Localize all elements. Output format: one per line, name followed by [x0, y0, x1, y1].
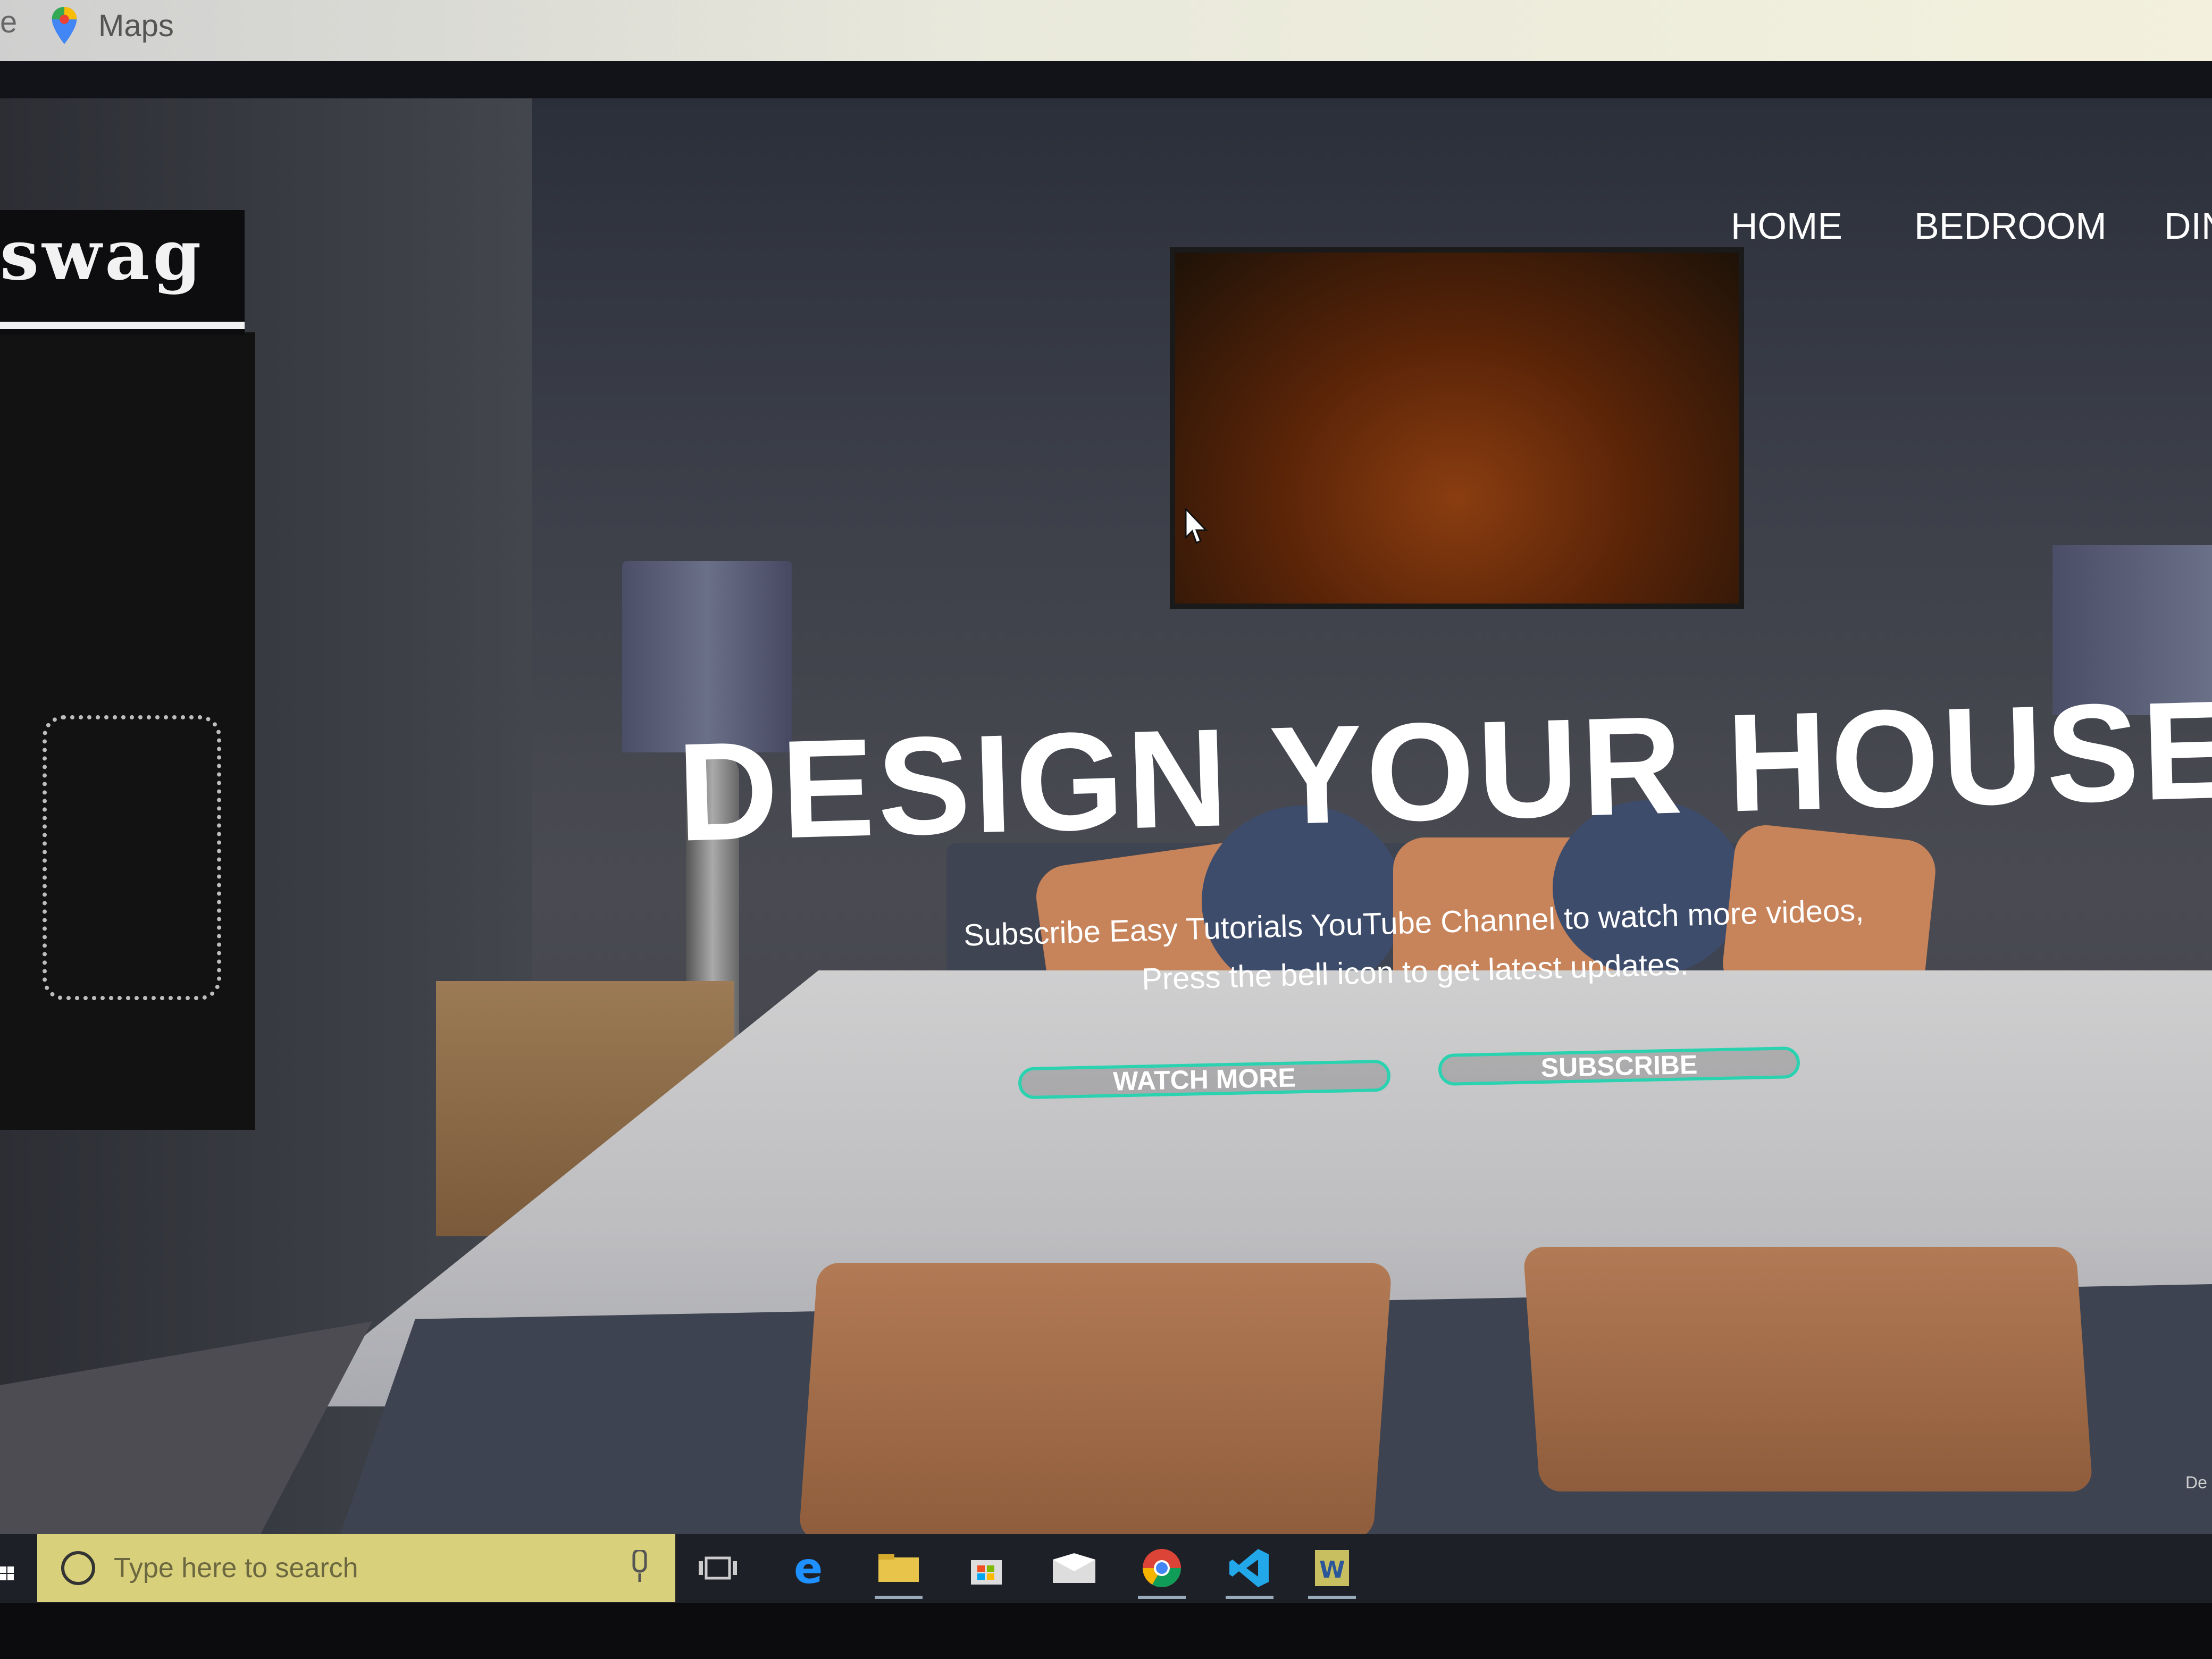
edge-icon[interactable]: e	[776, 1534, 845, 1602]
search-placeholder: Type here to search	[114, 1553, 358, 1583]
decor-screen	[0, 332, 255, 1130]
start-button[interactable]	[0, 1550, 21, 1598]
corner-partial-text: De	[2185, 1473, 2207, 1492]
nav-home[interactable]: HOME	[1731, 205, 1842, 247]
file-explorer-icon[interactable]	[864, 1534, 933, 1602]
word-icon[interactable]: W	[1297, 1534, 1367, 1602]
chrome-icon[interactable]	[1127, 1534, 1196, 1602]
monitor-bezel-bottom	[0, 1603, 2212, 1659]
maps-pin-icon	[52, 7, 77, 44]
vscode-icon[interactable]	[1215, 1534, 1284, 1602]
ottoman	[798, 1263, 1393, 1534]
monitor-bezel-top	[0, 61, 2212, 98]
bookmarks-bar: e Maps	[0, 0, 2212, 61]
mail-icon[interactable]	[1040, 1534, 1109, 1602]
nav-dining-partial[interactable]: DIN	[2164, 205, 2212, 247]
svg-text:W: W	[1319, 1556, 1345, 1583]
taskbar-search-box[interactable]: Type here to search	[37, 1534, 675, 1602]
bookmark-maps[interactable]: Maps	[51, 4, 174, 47]
logo-text: swag	[0, 214, 205, 296]
logo-underline	[0, 322, 245, 329]
bookmark-edge-partial[interactable]: e	[0, 4, 17, 40]
bookmark-maps-label: Maps	[98, 8, 174, 43]
microphone-icon[interactable]	[631, 1550, 649, 1584]
store-icon[interactable]	[952, 1534, 1021, 1602]
nav-bedroom[interactable]: BEDROOM	[1914, 205, 2107, 247]
cortana-icon	[61, 1551, 95, 1585]
wall-painting	[1170, 247, 1744, 609]
ottoman	[1522, 1247, 2093, 1492]
task-view-icon[interactable]	[683, 1534, 752, 1602]
mouse-cursor-icon	[1185, 508, 1208, 544]
site-logo[interactable]: swag	[0, 210, 245, 335]
svg-text:e: e	[794, 1547, 823, 1589]
windows-logo-icon	[0, 1566, 14, 1580]
